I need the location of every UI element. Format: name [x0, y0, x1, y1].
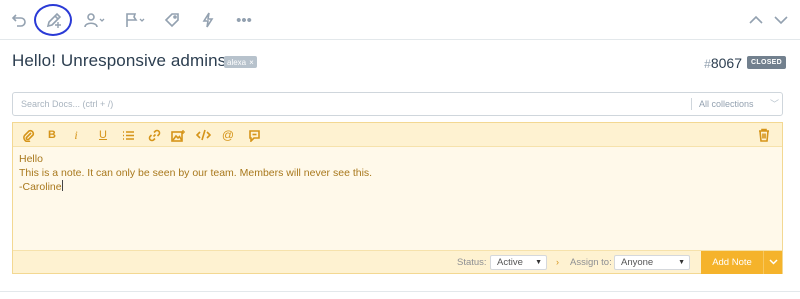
note-editor: B i U @ Hello This is a note. It can onl… [12, 122, 783, 274]
status-label: Status: [457, 257, 487, 268]
link-icon[interactable] [147, 127, 161, 143]
status-select[interactable]: Active ▼ [490, 255, 547, 270]
chevron-right-icon: › [556, 257, 559, 267]
chevron-down-icon: ﹀ [769, 99, 779, 109]
code-icon[interactable] [195, 127, 211, 143]
collections-value: All collections [699, 99, 754, 109]
divider [0, 291, 800, 292]
ticket-subject[interactable]: Hello! Unresponsive admins~ [12, 51, 236, 71]
status-badge: CLOSED [747, 56, 786, 69]
add-note-icon[interactable] [44, 8, 64, 32]
previous-icon[interactable] [747, 8, 765, 32]
collections-select[interactable]: All collections ﹀ [699, 93, 781, 115]
ticket-number: #8067 [704, 55, 742, 71]
ticket-number-prefix: # [704, 57, 711, 71]
note-line: Hello [19, 153, 43, 165]
editor-toolbar: B i U @ [13, 123, 782, 147]
assign-select[interactable]: Anyone ▼ [614, 255, 690, 270]
note-line: This is a note. It can only be seen by o… [19, 167, 373, 179]
image-icon[interactable] [170, 127, 186, 143]
bold-icon[interactable]: B [46, 127, 58, 143]
italic-icon[interactable]: i [71, 127, 81, 143]
tag-icon[interactable] [163, 8, 181, 32]
trash-icon[interactable] [757, 127, 771, 143]
text-cursor [61, 180, 63, 191]
list-icon[interactable] [121, 127, 135, 143]
chevron-down-icon [768, 259, 778, 265]
add-note-button[interactable]: Add Note [701, 251, 764, 274]
search-docs-bar: All collections ﹀ [12, 92, 783, 116]
ticket-toolbar: ••• [0, 0, 800, 40]
caret-down-icon: ▼ [535, 259, 542, 266]
mention-icon[interactable]: @ [221, 127, 235, 143]
caret-down-icon: ▼ [678, 259, 685, 266]
tag-label: alexa [227, 57, 247, 67]
assign-user-icon[interactable] [84, 8, 106, 32]
add-note-dropdown[interactable] [764, 251, 782, 274]
more-icon[interactable]: ••• [235, 8, 253, 32]
attachment-icon[interactable] [21, 127, 35, 143]
ticket-header: Hello! Unresponsive admins~ alexa × #806… [12, 50, 788, 74]
note-body[interactable]: Hello This is a note. It can only be see… [19, 152, 759, 194]
editor-footer: Status: Active ▼ › Assign to: Anyone ▼ A… [13, 250, 782, 274]
search-docs-input[interactable] [13, 93, 689, 115]
status-value: Active [497, 257, 523, 268]
next-icon[interactable] [772, 8, 790, 32]
undo-icon[interactable] [10, 8, 28, 32]
divider [691, 98, 692, 110]
tag-remove-icon[interactable]: × [249, 58, 254, 67]
workflow-icon[interactable] [200, 8, 216, 32]
note-line: -Caroline [19, 181, 62, 193]
note-line-last: -Caroline [19, 180, 759, 194]
assign-value: Anyone [621, 257, 654, 268]
ticket-tag[interactable]: alexa × [224, 56, 257, 68]
flag-icon[interactable] [124, 8, 146, 32]
saved-reply-icon[interactable] [247, 127, 261, 143]
underline-icon[interactable]: U [97, 127, 109, 143]
assign-label: Assign to: [570, 257, 612, 268]
ticket-number-value: 8067 [710, 55, 742, 71]
